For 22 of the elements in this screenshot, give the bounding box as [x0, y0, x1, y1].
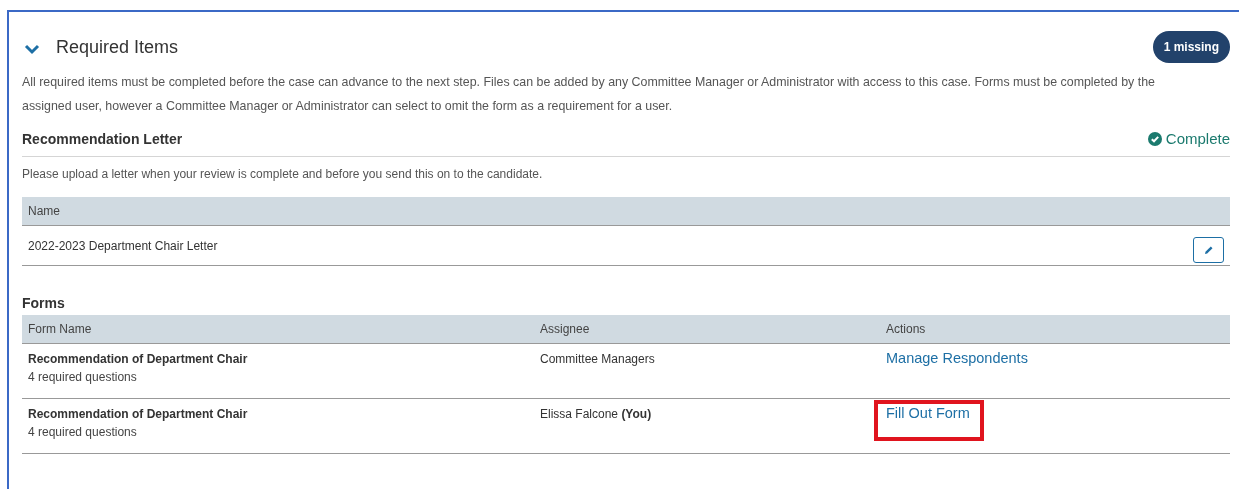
- subsection-title: Forms: [22, 295, 66, 311]
- table-cell: 2022-2023 Department Chair Letter: [28, 238, 218, 253]
- action-link[interactable]: Fill Out Form: [874, 400, 984, 441]
- pencil-icon: [1203, 244, 1214, 255]
- instructions-text: Please upload a letter when your review is complete and before you send this on to the candidate.: [22, 166, 544, 183]
- column-header: Actions: [880, 315, 1230, 344]
- action-link[interactable]: Manage Respondents: [874, 345, 1042, 386]
- missing-badge: 1 missing: [1152, 31, 1230, 63]
- edit-button[interactable]: [1193, 236, 1224, 263]
- section-description: All required items must be completed before the case can advance to the next step. Files can be added by any Committee Manager or Administrator with access to this case. Forms must be completed by the assigned user, however a Committee Manager or Administrator can select to omit the form as a requirement for a user.: [22, 74, 1156, 115]
- form-name: Recommendation of Department Chair: [28, 352, 249, 366]
- section-title: Required Items: [56, 36, 179, 58]
- column-header: Form Name: [22, 315, 534, 344]
- question-count: 4 required questions: [28, 425, 138, 439]
- status-text: Complete: [1165, 130, 1230, 147]
- column-header: Name: [22, 197, 1230, 226]
- form-name: Recommendation of Department Chair: [28, 407, 249, 421]
- assignee-name: Elissa Falcone (You): [540, 407, 652, 421]
- question-count: 4 required questions: [28, 370, 138, 384]
- assignee-name: Committee Managers: [540, 352, 655, 366]
- subsection-title: Recommendation Letter: [22, 130, 183, 147]
- column-header: Assignee: [534, 315, 880, 344]
